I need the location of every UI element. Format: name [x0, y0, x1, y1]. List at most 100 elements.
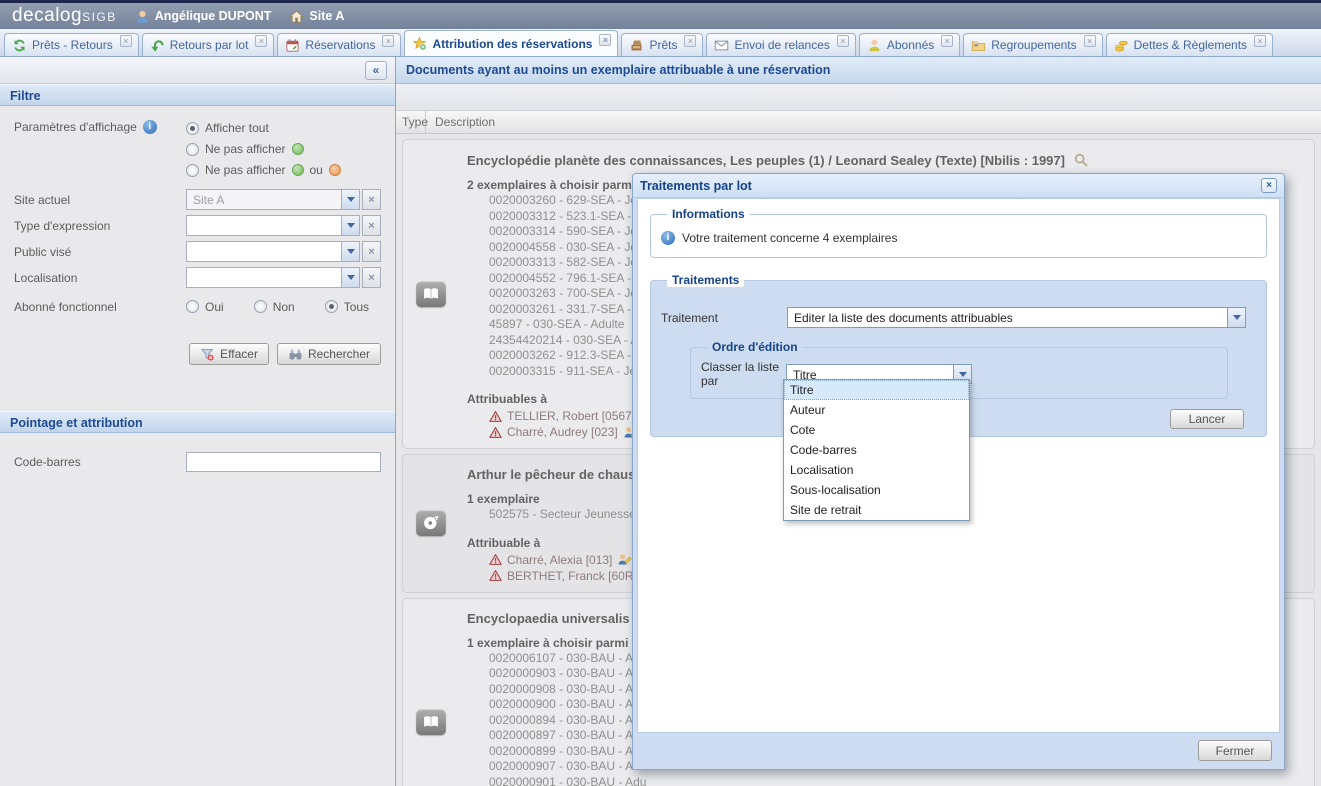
radio-hide-green-or-orange[interactable]: Ne pas afficher ou	[186, 163, 341, 177]
tab-label: Attribution des réservations	[432, 37, 592, 51]
clear-icon[interactable]: ×	[362, 241, 381, 262]
dialog-titlebar: Traitements par lot ×	[633, 174, 1284, 198]
site-label: Site actuel	[14, 193, 186, 207]
tab[interactable]: Dettes & Règlements ×	[1106, 33, 1273, 56]
localisation-combobox[interactable]: ×	[186, 267, 381, 288]
radio-hide-green[interactable]: Ne pas afficher	[186, 142, 341, 156]
radio-show-all[interactable]: Afficher tout	[186, 121, 341, 135]
dropdown-option[interactable]: Code-barres	[784, 440, 969, 460]
dropdown-option[interactable]: Auteur	[784, 400, 969, 420]
dropdown-option[interactable]: Localisation	[784, 460, 969, 480]
chevron-down-icon[interactable]	[341, 267, 360, 288]
green-status-dot	[292, 143, 304, 155]
book-icon	[422, 286, 440, 302]
documents-toolbar	[396, 84, 1321, 111]
filter-section-title: Filtre	[0, 84, 395, 106]
tab-label: Réservations	[305, 38, 375, 52]
site-name: Site A	[309, 9, 344, 23]
magnifier-icon[interactable]	[1073, 152, 1089, 168]
clear-icon[interactable]: ×	[362, 189, 381, 210]
display-params-label: Paramètres d'affichage i	[14, 120, 186, 134]
dropdown-option[interactable]: Titre	[784, 380, 969, 400]
radio-non[interactable]: Non	[254, 300, 295, 314]
tab[interactable]: Envoi de relances ×	[706, 33, 855, 56]
public-value[interactable]	[186, 241, 341, 262]
tab-label: Abonnés	[887, 38, 934, 52]
edition-order-legend: Ordre d'édition	[707, 340, 803, 354]
clear-icon[interactable]: ×	[362, 267, 381, 288]
book-icon	[422, 714, 440, 730]
tab[interactable]: Attribution des réservations ×	[404, 30, 618, 56]
radio-oui[interactable]: Oui	[186, 300, 224, 314]
launch-button[interactable]: Lancer	[1170, 409, 1244, 429]
tab-close-icon[interactable]: ×	[1254, 35, 1266, 47]
column-description[interactable]: Description	[426, 115, 495, 129]
radio-button[interactable]	[186, 122, 199, 135]
radio-button[interactable]	[325, 300, 338, 313]
tab-close-icon[interactable]: ×	[837, 35, 849, 47]
search-button[interactable]: Rechercher	[277, 343, 381, 365]
tab-close-icon[interactable]: ×	[684, 35, 696, 47]
localisation-value[interactable]	[186, 267, 341, 288]
dropdown-option[interactable]: Sous-localisation	[784, 480, 969, 500]
tab[interactable]: Réservations ×	[277, 33, 401, 56]
site-combobox-value[interactable]: Site A	[186, 189, 341, 210]
chevron-down-icon[interactable]	[341, 241, 360, 262]
tab-close-icon[interactable]: ×	[255, 35, 267, 47]
filter-sidebar: « Filtre Paramètres d'affichage i Affich…	[0, 57, 396, 786]
treatment-combobox[interactable]: Editer la liste des documents attribuabl…	[787, 307, 1246, 328]
current-user[interactable]: Angélique DUPONT	[135, 9, 272, 24]
clear-filter-button[interactable]: Effacer	[189, 343, 269, 365]
type-cell	[403, 603, 459, 786]
person-edit-icon[interactable]	[617, 552, 632, 567]
type-cell	[403, 459, 459, 588]
radio-button[interactable]	[186, 164, 199, 177]
barcode-input[interactable]	[186, 452, 381, 472]
home-icon	[289, 9, 304, 24]
tab[interactable]: Retours par lot ×	[142, 33, 275, 56]
holder-name: BERTHET, Franck [60R00	[507, 568, 647, 584]
radio-button[interactable]	[186, 143, 199, 156]
tab-close-icon[interactable]: ×	[120, 35, 132, 47]
functional-subscriber-label: Abonné fonctionnel	[14, 300, 186, 314]
radio-button[interactable]	[254, 300, 267, 313]
radio-tous[interactable]: Tous	[325, 300, 369, 314]
chevron-down-icon[interactable]	[341, 189, 360, 210]
tab-icon	[971, 38, 986, 53]
tab-close-icon[interactable]: ×	[941, 35, 953, 47]
chevron-down-icon[interactable]	[1227, 307, 1246, 328]
clear-icon[interactable]: ×	[362, 215, 381, 236]
tab-close-icon[interactable]: ×	[599, 34, 611, 46]
tab-close-icon[interactable]: ×	[1084, 35, 1096, 47]
topbar: decalog SIGB Angélique DUPONT Site A	[0, 0, 1321, 29]
dialog-close-button[interactable]: Fermer	[1198, 740, 1272, 761]
document-title: Encyclopaedia universalis :	[467, 611, 638, 626]
warning-icon	[489, 426, 502, 439]
tab[interactable]: Prêts - Retours ×	[4, 33, 139, 56]
dropdown-option[interactable]: Cote	[784, 420, 969, 440]
treatment-value[interactable]: Editer la liste des documents attribuabl…	[787, 307, 1227, 328]
collapse-sidebar-button[interactable]: «	[365, 61, 387, 80]
column-type[interactable]: Type	[396, 111, 426, 133]
radio-button[interactable]	[186, 300, 199, 313]
dialog-close-icon[interactable]: ×	[1261, 178, 1277, 193]
barcode-label: Code-barres	[14, 455, 186, 469]
expression-type-combobox[interactable]: ×	[186, 215, 381, 236]
tab[interactable]: Abonnés ×	[859, 33, 960, 56]
tab-close-icon[interactable]: ×	[382, 35, 394, 47]
current-site[interactable]: Site A	[289, 9, 344, 24]
public-combobox[interactable]: ×	[186, 241, 381, 262]
sidebar-toolbar: «	[0, 57, 395, 84]
site-combobox[interactable]: Site A ×	[186, 189, 381, 210]
tab[interactable]: Regroupements ×	[963, 33, 1102, 56]
document-title: Encyclopédie planète des connaissances, …	[467, 153, 1065, 168]
informations-legend: Informations	[667, 207, 750, 221]
holder-name: Charré, Audrey [023]	[507, 424, 618, 440]
chevron-down-icon[interactable]	[341, 215, 360, 236]
dropdown-option[interactable]: Site de retrait	[784, 500, 969, 520]
tab-icon	[150, 38, 165, 53]
tab-icon	[12, 38, 27, 53]
expression-type-value[interactable]	[186, 215, 341, 236]
tab[interactable]: Prêts ×	[621, 33, 703, 56]
tab-icon	[629, 38, 644, 53]
